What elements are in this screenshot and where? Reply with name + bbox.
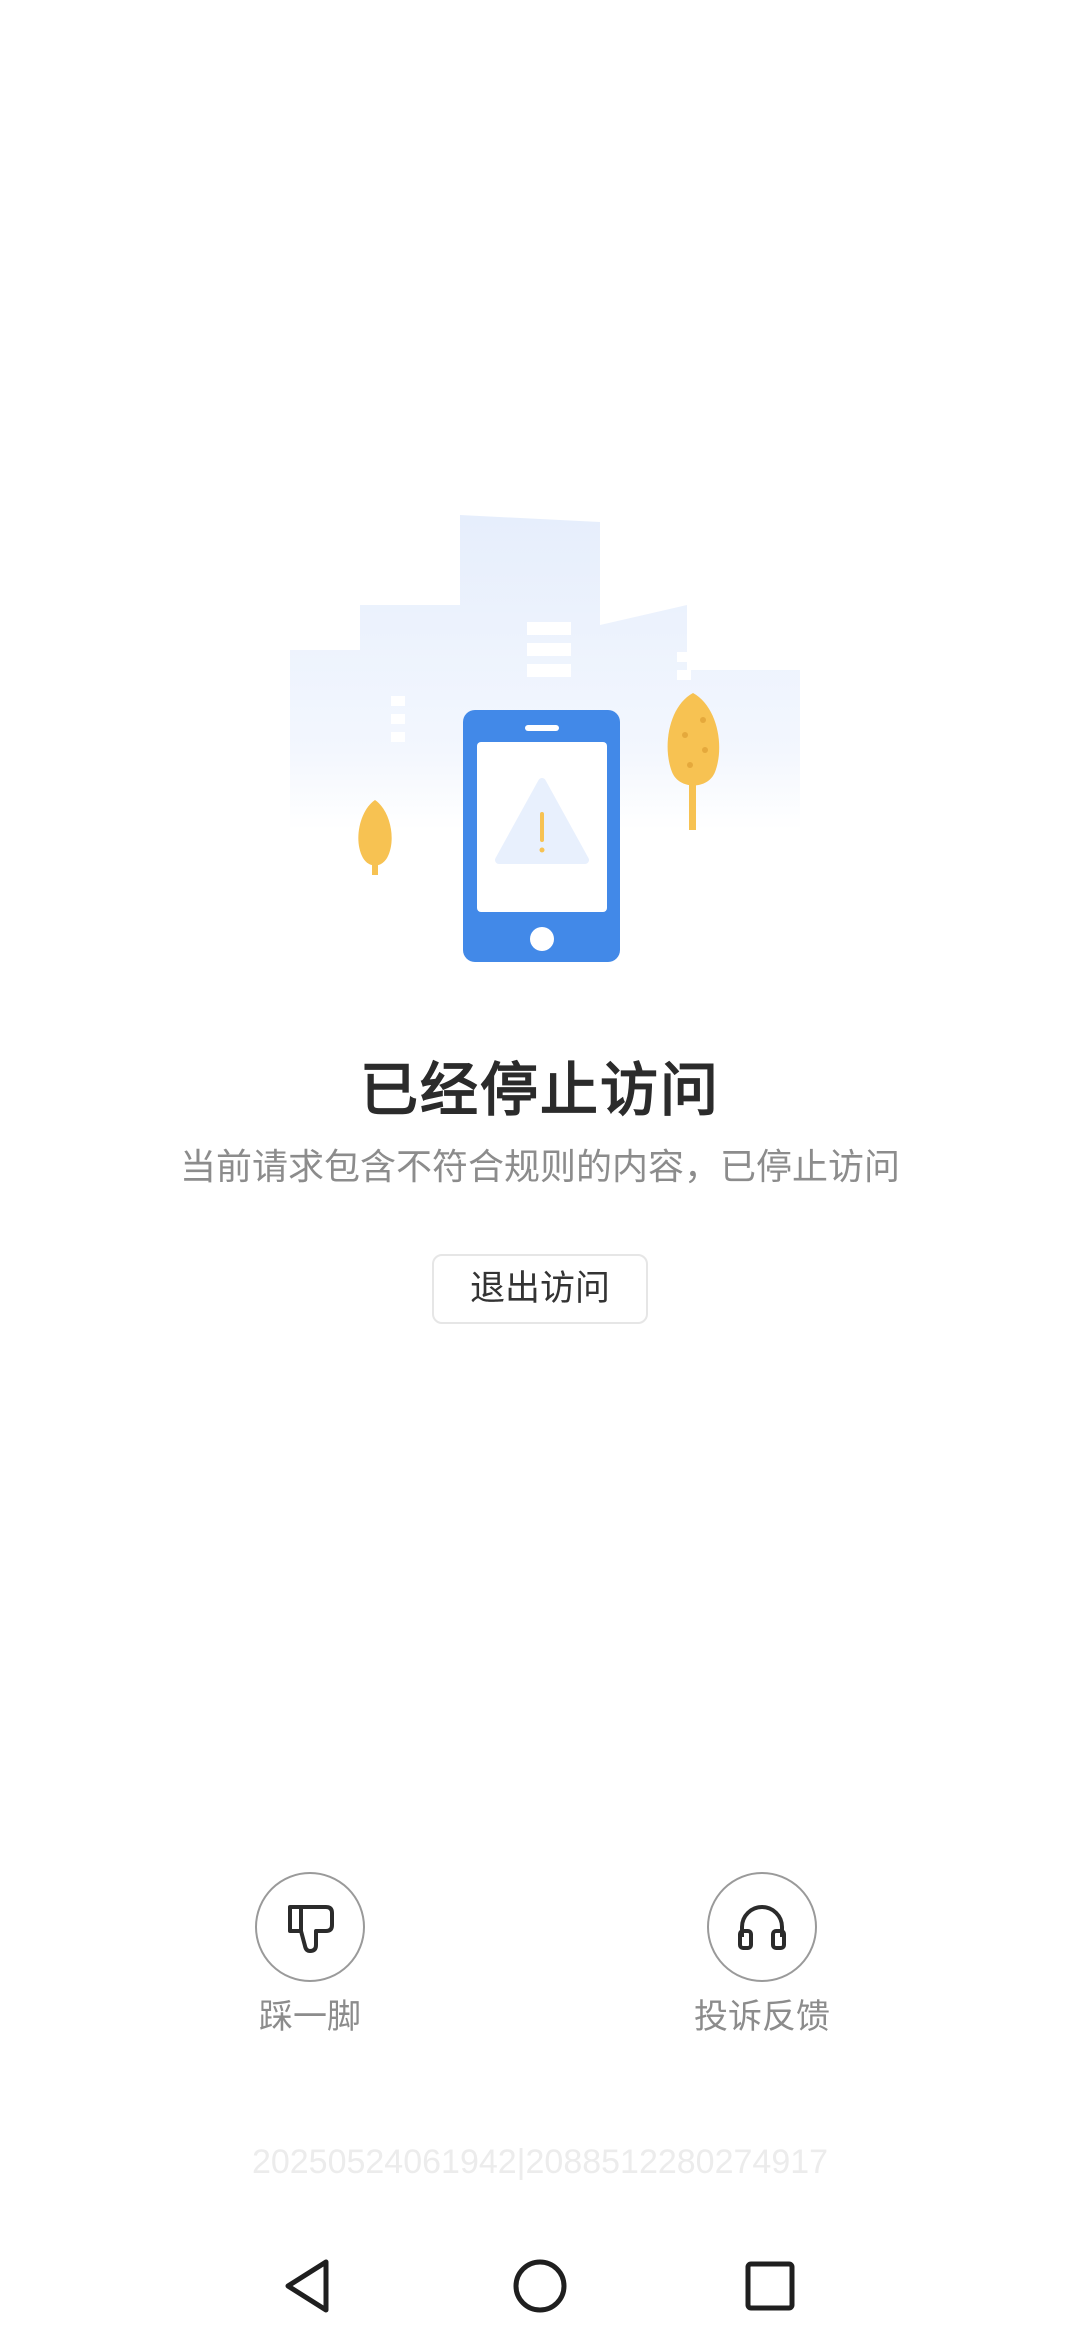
phone-warning-illustration [285, 510, 805, 970]
thumbs-down-icon [288, 1905, 334, 1953]
block-message: 当前请求包含不符合规则的内容，已停止访问 [179, 1147, 900, 1188]
home-button[interactable] [500, 2246, 580, 2326]
recents-icon [745, 2261, 795, 2311]
complaint-feedback-button[interactable]: 投诉反馈 [652, 1872, 872, 2040]
dislike-label: 踩一脚 [259, 1997, 361, 2037]
back-icon [285, 2259, 329, 2313]
feedback-circle[interactable] [707, 1872, 817, 1982]
home-icon [513, 2259, 567, 2313]
trace-id: 20250524061942|2088512280274917 [251, 2143, 829, 2181]
recents-button[interactable] [730, 2246, 810, 2326]
feedback-label: 投诉反馈 [694, 1997, 830, 2037]
phone-icon [463, 710, 620, 962]
headphones-icon [738, 1905, 786, 1950]
dislike-circle[interactable] [255, 1872, 365, 1982]
navigation-bar [0, 2230, 1080, 2340]
back-button[interactable] [270, 2246, 350, 2326]
exit-button[interactable]: 退出访问 [432, 1254, 648, 1324]
page-title: 已经停止访问 [359, 1056, 720, 1124]
dislike-button[interactable]: 踩一脚 [200, 1872, 420, 2040]
